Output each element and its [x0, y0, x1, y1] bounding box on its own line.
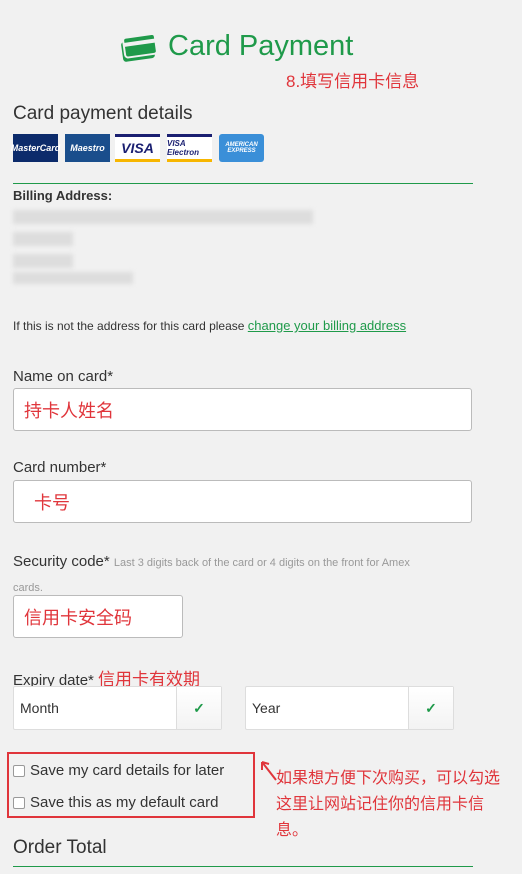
- checkbox[interactable]: [13, 764, 25, 777]
- credit-card-icon: [121, 32, 158, 62]
- name-input[interactable]: 持卡人姓名: [13, 388, 472, 431]
- visa-logo: VISA: [115, 134, 160, 162]
- security-hint: Last 3 digits back of the card or 4 digi…: [113, 557, 410, 569]
- arrow-icon: [261, 761, 277, 781]
- annotation-step: 8.填写信用卡信息: [286, 72, 420, 91]
- redacted-address: [13, 272, 133, 284]
- title-text: Card Payment: [168, 30, 354, 62]
- month-select[interactable]: Month ✓: [13, 686, 222, 730]
- security-label: Security code* Last 3 digits back of the…: [13, 550, 483, 600]
- year-value: Year: [252, 700, 281, 716]
- save-card-checkbox[interactable]: Save my card details for later: [13, 762, 224, 779]
- chevron-down-icon[interactable]: ✓: [408, 687, 453, 729]
- month-value: Month: [20, 700, 59, 716]
- default-card-checkbox[interactable]: Save this as my default card: [13, 794, 218, 811]
- order-total-heading: Order Total: [13, 837, 107, 858]
- note-text: If this is not the address for this card…: [13, 319, 248, 333]
- maestro-logo: Maestro: [65, 134, 110, 162]
- card-number-input[interactable]: 卡号: [13, 480, 472, 523]
- security-code-input[interactable]: 信用卡安全码: [13, 595, 183, 638]
- visa-electron-logo: VISA Electron: [167, 134, 212, 162]
- section-title: Card payment details: [13, 103, 193, 124]
- name-label: Name on card*: [13, 368, 114, 385]
- security-label-text: Security code*: [13, 553, 110, 570]
- billing-label: Billing Address:: [13, 188, 113, 203]
- card-number-label: Card number*: [13, 459, 107, 476]
- divider: [13, 183, 473, 184]
- redacted-address: [13, 232, 73, 246]
- year-select[interactable]: Year ✓: [245, 686, 454, 730]
- save-annotation: 如果想方便下次购买，可以勾选这里让网站记住你的信用卡信息。: [276, 770, 501, 839]
- redacted-address: [13, 254, 73, 268]
- divider: [13, 866, 473, 867]
- mastercard-logo: MasterCard: [11, 134, 60, 162]
- redacted-address: [13, 210, 313, 224]
- page-title: Card Payment: [120, 30, 353, 63]
- checkbox[interactable]: [13, 796, 25, 809]
- default-card-label: Save this as my default card: [30, 794, 219, 811]
- billing-note: If this is not the address for this card…: [13, 318, 406, 333]
- amex-logo: AMERICAN EXPRESS: [219, 134, 264, 162]
- security-hint-cont: cards.: [13, 582, 43, 594]
- chevron-down-icon[interactable]: ✓: [176, 687, 221, 729]
- change-billing-link[interactable]: change your billing address: [248, 318, 406, 333]
- save-card-label: Save my card details for later: [30, 762, 225, 779]
